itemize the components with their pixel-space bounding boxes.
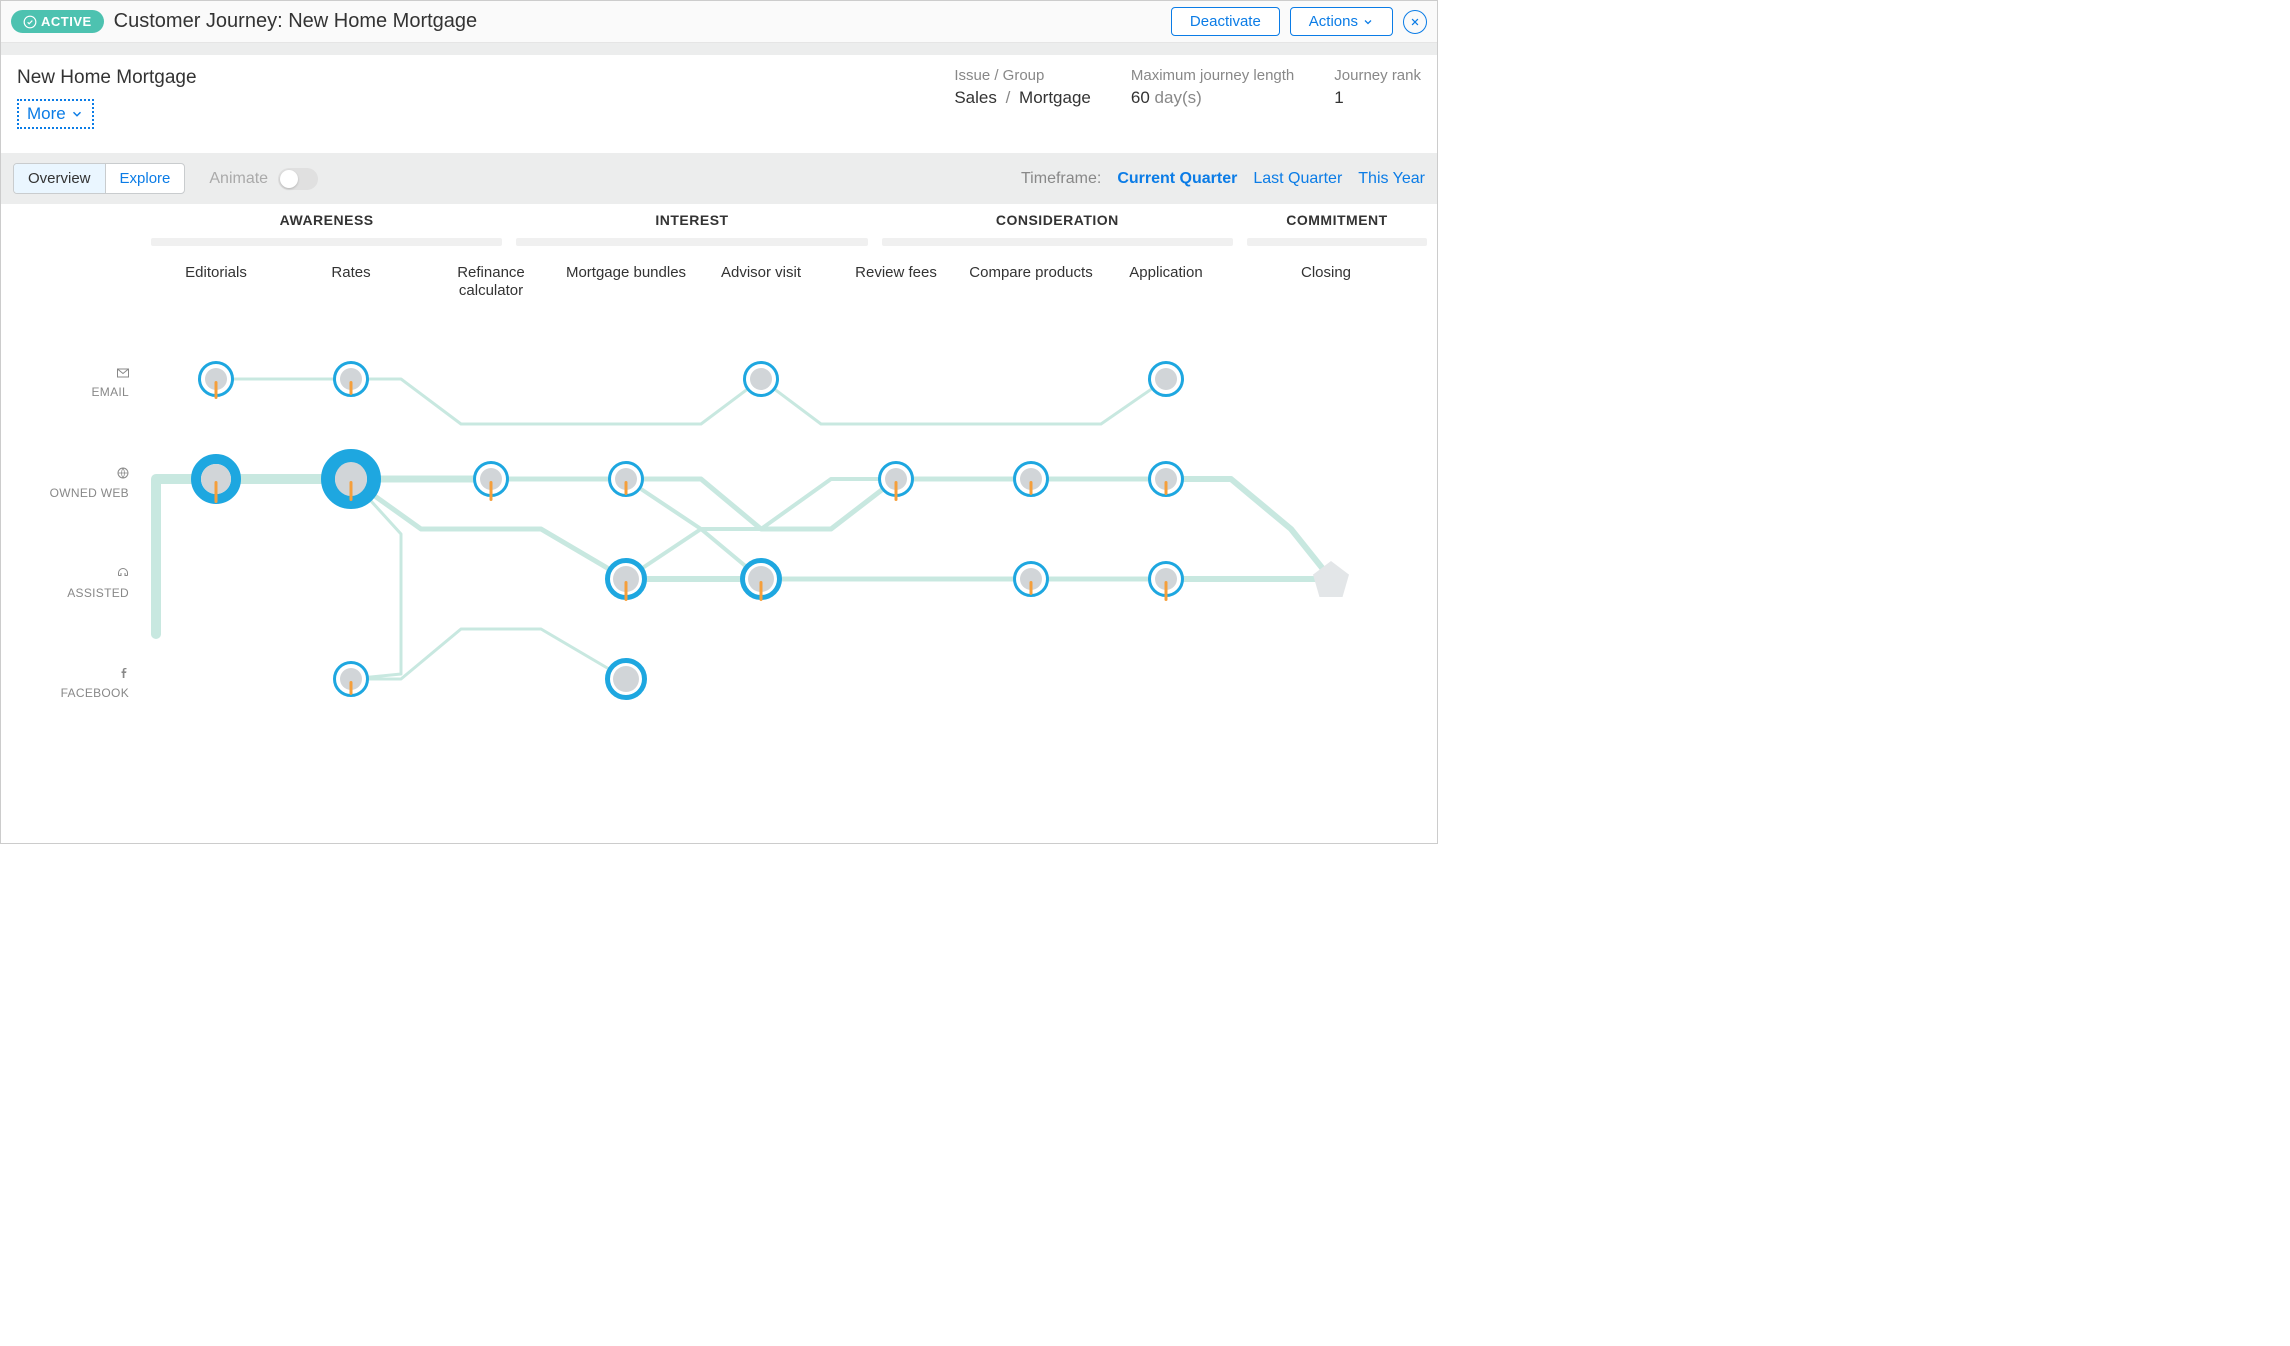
- detail-rank: Journey rank 1: [1334, 67, 1421, 108]
- journey-node[interactable]: [605, 658, 647, 700]
- journey-node[interactable]: [608, 461, 644, 497]
- timeframe-last-quarter[interactable]: Last Quarter: [1253, 170, 1342, 188]
- timeframe-label: Timeframe:: [1021, 170, 1101, 188]
- group-value: Mortgage: [1019, 88, 1091, 107]
- journey-node[interactable]: [198, 361, 234, 397]
- check-circle-icon: [23, 15, 37, 29]
- journey-diagram: AWARENESSINTERESTCONSIDERATIONCOMMITMENT…: [1, 204, 1437, 764]
- page-header: ACTIVE Customer Journey: New Home Mortga…: [1, 1, 1437, 43]
- close-icon: [1410, 17, 1420, 27]
- journey-node[interactable]: [191, 454, 241, 504]
- deactivate-button[interactable]: Deactivate: [1171, 7, 1280, 36]
- journey-node[interactable]: [1148, 361, 1184, 397]
- journey-node[interactable]: [321, 449, 381, 509]
- animate-toggle[interactable]: [278, 168, 318, 190]
- tab-explore[interactable]: Explore: [105, 164, 185, 193]
- journey-node[interactable]: [743, 361, 779, 397]
- close-button[interactable]: [1403, 10, 1427, 34]
- issue-value: Sales: [954, 88, 997, 107]
- timeframe-picker: Timeframe: Current Quarter Last Quarter …: [1021, 170, 1425, 188]
- page-title: Customer Journey: New Home Mortgage: [114, 10, 478, 33]
- tab-overview[interactable]: Overview: [14, 164, 105, 193]
- page-title-prefix: Customer Journey:: [114, 10, 283, 32]
- journey-node[interactable]: [1148, 461, 1184, 497]
- rank-value: 1: [1334, 88, 1421, 108]
- chevron-down-icon: [1362, 16, 1374, 28]
- status-badge: ACTIVE: [11, 10, 104, 33]
- detail-issue-group: Issue / Group Sales / Mortgage: [954, 67, 1091, 108]
- journey-node[interactable]: [740, 558, 782, 600]
- chevron-down-icon: [70, 107, 84, 121]
- journey-node[interactable]: [1148, 561, 1184, 597]
- status-badge-label: ACTIVE: [41, 14, 92, 29]
- journey-name: New Home Mortgage: [17, 67, 197, 89]
- more-button[interactable]: More: [17, 99, 94, 129]
- details-panel: New Home Mortgage More Issue / Group Sal…: [1, 55, 1437, 153]
- max-length-unit: day(s): [1155, 88, 1202, 107]
- journey-node[interactable]: [878, 461, 914, 497]
- journey-node[interactable]: [473, 461, 509, 497]
- view-tabs: Overview Explore: [13, 163, 185, 194]
- journey-node[interactable]: [333, 661, 369, 697]
- max-length-value: 60: [1131, 88, 1150, 107]
- timeframe-this-year[interactable]: This Year: [1358, 170, 1425, 188]
- journey-node[interactable]: [333, 361, 369, 397]
- actions-menu-button[interactable]: Actions: [1290, 7, 1393, 36]
- animate-label: Animate: [209, 170, 268, 188]
- journey-node[interactable]: [1013, 561, 1049, 597]
- detail-max-length: Maximum journey length 60 day(s): [1131, 67, 1294, 108]
- timeframe-current-quarter[interactable]: Current Quarter: [1117, 170, 1237, 188]
- page-title-name: New Home Mortgage: [288, 10, 477, 32]
- journey-node[interactable]: [1013, 461, 1049, 497]
- journey-node[interactable]: [605, 558, 647, 600]
